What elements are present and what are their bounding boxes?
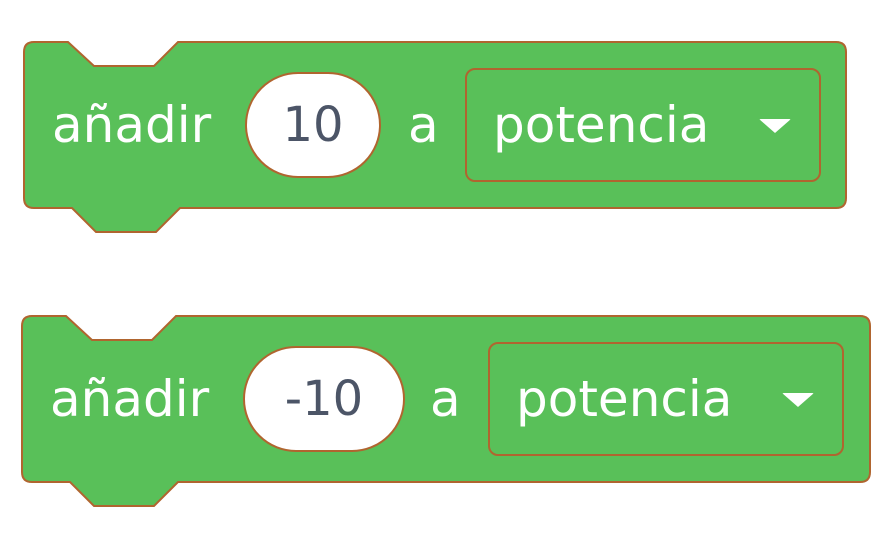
block-2-variable-dropdown[interactable]: potencia	[488, 342, 844, 456]
block-2-connector-label: a	[430, 370, 461, 428]
block-2-verb-label: añadir	[50, 370, 210, 428]
dropdown-arrow-icon	[782, 393, 814, 407]
block-2-variable-name: potencia	[516, 370, 733, 428]
block-2-value-input[interactable]: -10	[243, 346, 405, 452]
change-variable-block-2[interactable]: añadir -10 a potencia	[0, 0, 896, 536]
